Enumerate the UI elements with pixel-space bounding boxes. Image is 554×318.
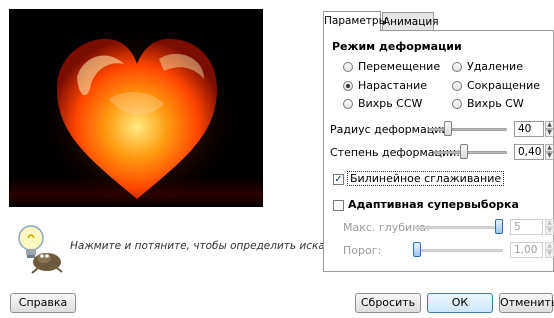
deform-radius-stepper[interactable]: ▲ ▼: [545, 121, 554, 137]
radio-swirl-cw-indicator: [452, 99, 462, 109]
tab-parameters-label: Параметры: [324, 15, 387, 27]
image-preview[interactable]: [9, 9, 263, 207]
increment-icon[interactable]: ▲: [545, 242, 554, 250]
decrement-icon[interactable]: ▼: [545, 250, 554, 258]
radio-grow-indicator: [343, 81, 353, 91]
radio-move[interactable]: Перемещение: [343, 59, 440, 75]
radio-move-indicator: [343, 62, 353, 72]
adaptive-supersampling-checkbox[interactable]: [333, 200, 344, 211]
radio-swirl-ccw-label: Вихрь CCW: [358, 97, 423, 110]
deform-amount-input[interactable]: 0,40: [514, 144, 544, 160]
ok-button[interactable]: ОК: [427, 293, 493, 313]
radio-remove-indicator: [452, 62, 462, 72]
tab-parameters[interactable]: Параметры: [323, 11, 387, 31]
deform-radius-track[interactable]: [428, 128, 507, 131]
bilinear-checkbox[interactable]: ✓: [333, 174, 344, 185]
radio-grow[interactable]: Нарастание: [343, 78, 427, 94]
radio-swirl-cw-label: Вихрь CW: [467, 97, 524, 110]
cancel-button[interactable]: Отменить: [499, 293, 554, 313]
radio-swirl-ccw-indicator: [343, 99, 353, 109]
bilinear-label[interactable]: Билинейное сглаживание: [347, 171, 505, 186]
radio-remove[interactable]: Удаление: [452, 59, 523, 75]
deform-mode-heading: Режим деформации: [332, 40, 462, 53]
radio-swirl-ccw[interactable]: Вихрь CCW: [343, 96, 422, 112]
threshold-stepper[interactable]: ▲ ▼: [545, 242, 554, 258]
radio-move-label: Перемещение: [358, 60, 441, 73]
threshold-thumb[interactable]: [413, 242, 421, 257]
tab-animation[interactable]: Анимация: [382, 12, 439, 30]
radio-remove-label: Удаление: [467, 60, 523, 73]
decrement-icon[interactable]: ▼: [545, 227, 554, 235]
radio-grow-label: Нарастание: [358, 79, 428, 92]
deform-amount-stepper[interactable]: ▲ ▼: [545, 144, 554, 160]
deform-radius-thumb[interactable]: [444, 121, 452, 136]
heart-preview-image: [9, 9, 263, 207]
radio-swirl-cw[interactable]: Вихрь CW: [452, 96, 524, 112]
decrement-icon[interactable]: ▼: [545, 129, 554, 137]
tab-animation-label: Анимация: [383, 16, 439, 28]
increment-icon[interactable]: ▲: [545, 219, 554, 227]
max-depth-thumb[interactable]: [495, 219, 503, 234]
hint-icon: [13, 220, 65, 274]
threshold-track[interactable]: [413, 249, 503, 252]
deform-radius-input[interactable]: 40: [514, 121, 544, 137]
increment-icon[interactable]: ▲: [545, 144, 554, 152]
radio-shrink-indicator: [452, 81, 462, 91]
adaptive-supersampling-label[interactable]: Адаптивная супервыборка: [348, 198, 519, 211]
max-depth-stepper[interactable]: ▲ ▼: [545, 219, 554, 235]
max-depth-track[interactable]: [413, 226, 503, 229]
decrement-icon[interactable]: ▼: [545, 152, 554, 160]
reset-button[interactable]: Сбросить: [355, 293, 421, 313]
deform-amount-track[interactable]: [434, 151, 507, 154]
max-depth-input[interactable]: 5: [510, 219, 543, 235]
help-button[interactable]: Справка: [10, 293, 76, 313]
hint-text: Нажмите и потяните, чтобы определить иск…: [70, 240, 365, 252]
increment-icon[interactable]: ▲: [545, 121, 554, 129]
threshold-label: Порог:: [343, 244, 382, 257]
radio-shrink[interactable]: Сокращение: [452, 78, 540, 94]
radio-shrink-label: Сокращение: [467, 79, 541, 92]
deform-amount-thumb[interactable]: [460, 144, 468, 159]
threshold-input[interactable]: 1,00: [510, 242, 543, 258]
